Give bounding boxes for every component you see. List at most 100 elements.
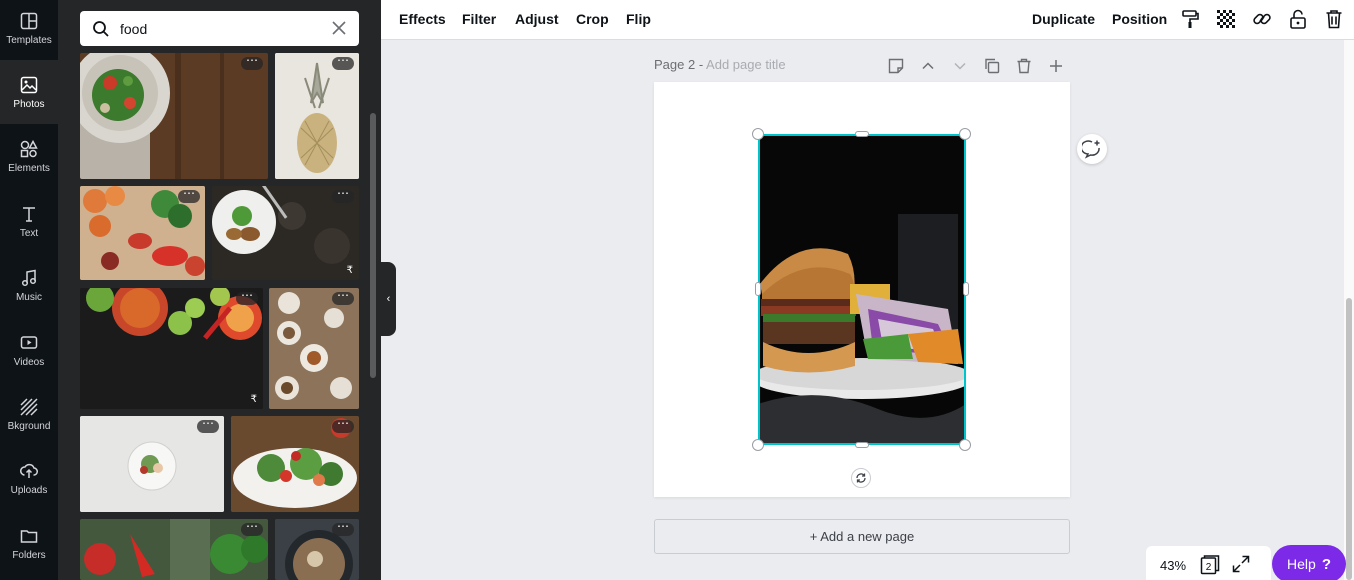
- move-page-down-icon[interactable]: [951, 57, 969, 75]
- rail-item-text[interactable]: Text: [0, 189, 58, 253]
- photo-thumbnail[interactable]: ⋯: [80, 416, 224, 512]
- filter-button[interactable]: Filter: [462, 11, 496, 27]
- premium-badge: ₹: [346, 265, 353, 276]
- resize-handle-bottom-right[interactable]: [959, 439, 971, 451]
- rail-item-music[interactable]: Music: [0, 253, 58, 317]
- search-icon: [92, 19, 112, 39]
- rail-label: Uploads: [10, 484, 48, 496]
- notes-icon[interactable]: [887, 57, 905, 75]
- search-bar: [80, 11, 359, 46]
- text-icon: [19, 204, 39, 224]
- add-page-icon[interactable]: [1047, 57, 1065, 75]
- premium-badge: ₹: [250, 394, 257, 405]
- photo-thumbnail[interactable]: ⋯: [80, 519, 268, 580]
- rail-item-templates[interactable]: Templates: [0, 0, 58, 60]
- photo-thumbnail[interactable]: ⋯: [80, 53, 268, 179]
- position-button[interactable]: Position: [1112, 11, 1167, 27]
- link-icon[interactable]: [1251, 8, 1273, 30]
- rail-label: Photos: [13, 98, 45, 110]
- left-nav-rail: Templates Photos Elements Text Music Vid…: [0, 0, 58, 580]
- photos-panel: ⋯ ⋯ ⋯ ⋯ ₹: [58, 0, 381, 580]
- photo-thumbnail[interactable]: ⋯ ₹: [80, 288, 263, 409]
- rail-label: Templates: [6, 34, 52, 46]
- photo-thumbnail[interactable]: ⋯: [275, 519, 359, 580]
- resize-handle-top[interactable]: [855, 131, 869, 137]
- page-grid-icon[interactable]: 2: [1200, 555, 1220, 575]
- resize-handle-top-left[interactable]: [752, 128, 764, 140]
- elements-icon: [19, 139, 39, 159]
- more-options-icon[interactable]: ⋯: [197, 417, 219, 433]
- rail-label: Text: [19, 227, 39, 239]
- clear-search-icon[interactable]: [331, 20, 347, 36]
- canvas-scrollbar[interactable]: [1344, 40, 1354, 580]
- crop-button[interactable]: Crop: [576, 11, 609, 27]
- music-icon: [19, 268, 39, 288]
- zoom-level[interactable]: 43%: [1160, 558, 1186, 573]
- selected-image[interactable]: [758, 134, 966, 445]
- resize-handle-top-right[interactable]: [959, 128, 971, 140]
- rail-label: Bkground: [7, 420, 51, 432]
- more-options-icon[interactable]: ⋯: [332, 417, 354, 433]
- page-label: Page 2 -: [654, 57, 707, 72]
- folders-icon: [19, 526, 39, 546]
- duplicate-button[interactable]: Duplicate: [1032, 11, 1095, 27]
- rotate-icon[interactable]: [851, 468, 871, 488]
- top-toolbar: Effects Filter Adjust Crop Flip Duplicat…: [381, 0, 1354, 40]
- duplicate-page-icon[interactable]: [983, 57, 1001, 75]
- videos-icon: [19, 333, 39, 353]
- more-options-icon[interactable]: ⋯: [241, 520, 263, 536]
- templates-icon: [19, 11, 39, 31]
- search-input[interactable]: [120, 20, 320, 37]
- help-button[interactable]: Help?: [1272, 545, 1346, 580]
- more-options-icon[interactable]: ⋯: [332, 187, 354, 203]
- photo-thumbnail[interactable]: ⋯: [231, 416, 359, 512]
- photos-icon: [19, 75, 39, 95]
- photo-thumbnail[interactable]: ⋯: [80, 186, 205, 280]
- rail-label: Elements: [8, 162, 50, 174]
- rail-label: Videos: [13, 356, 45, 368]
- page-header: Page 2 - Add page title: [654, 57, 786, 72]
- more-options-icon[interactable]: ⋯: [241, 54, 263, 70]
- effects-button[interactable]: Effects: [399, 11, 446, 27]
- resize-handle-right[interactable]: [963, 282, 969, 296]
- more-options-icon[interactable]: ⋯: [332, 54, 354, 70]
- delete-page-icon[interactable]: [1015, 57, 1033, 75]
- rail-item-folders[interactable]: Folders: [0, 511, 58, 575]
- collapse-panel-button[interactable]: ‹: [381, 262, 396, 336]
- page-title-input[interactable]: Add page title: [706, 57, 786, 72]
- add-new-page-button[interactable]: + Add a new page: [654, 519, 1070, 554]
- move-page-up-icon[interactable]: [919, 57, 937, 75]
- rail-item-videos[interactable]: Videos: [0, 318, 58, 382]
- rail-item-photos[interactable]: Photos: [0, 60, 58, 124]
- more-options-icon[interactable]: ⋯: [332, 289, 354, 305]
- resize-handle-left[interactable]: [755, 282, 761, 296]
- uploads-icon: [19, 461, 39, 481]
- photo-thumbnail[interactable]: ⋯: [275, 53, 359, 179]
- transparency-icon[interactable]: [1215, 8, 1237, 30]
- lock-icon[interactable]: [1287, 8, 1309, 30]
- copy-style-icon[interactable]: [1179, 8, 1201, 30]
- more-options-icon[interactable]: ⋯: [332, 520, 354, 536]
- more-options-icon[interactable]: ⋯: [236, 289, 258, 305]
- add-comment-icon[interactable]: [1077, 134, 1107, 164]
- photo-thumbnail[interactable]: ⋯ ₹: [212, 186, 359, 280]
- rail-item-uploads[interactable]: Uploads: [0, 446, 58, 510]
- scrollbar-thumb[interactable]: [1346, 298, 1352, 580]
- help-question-icon: ?: [1321, 555, 1331, 573]
- rail-label: Folders: [12, 549, 46, 561]
- trash-icon[interactable]: [1323, 8, 1345, 30]
- photo-thumbnail[interactable]: ⋯: [269, 288, 359, 409]
- background-icon: [19, 397, 39, 417]
- help-label: Help: [1287, 556, 1316, 572]
- panel-scrollbar[interactable]: [370, 113, 376, 378]
- flip-button[interactable]: Flip: [626, 11, 651, 27]
- resize-handle-bottom-left[interactable]: [752, 439, 764, 451]
- resize-handle-bottom[interactable]: [855, 442, 869, 448]
- rail-item-elements[interactable]: Elements: [0, 124, 58, 188]
- zoom-controls: 43% 2: [1146, 546, 1271, 580]
- fullscreen-icon[interactable]: [1232, 555, 1250, 573]
- adjust-button[interactable]: Adjust: [515, 11, 559, 27]
- chevron-left-icon: ‹: [386, 293, 391, 305]
- rail-item-background[interactable]: Bkground: [0, 382, 58, 446]
- more-options-icon[interactable]: ⋯: [178, 187, 200, 203]
